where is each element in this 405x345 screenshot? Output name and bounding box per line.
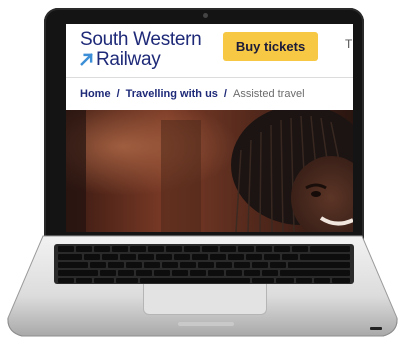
browser-viewport: South Western Railway Buy tickets T Home… (66, 24, 353, 232)
hero-photo-illustration (66, 110, 353, 232)
keyboard-keys-icon (58, 246, 350, 283)
webcam-icon (203, 13, 208, 18)
hero-image (66, 110, 353, 232)
buy-tickets-button[interactable]: Buy tickets (223, 32, 318, 61)
logo-text-line2: Railway (96, 49, 161, 70)
breadcrumb-current: Assisted travel (232, 88, 305, 100)
laptop-device: South Western Railway Buy tickets T Home… (0, 0, 405, 345)
breadcrumb-home-link[interactable]: Home (80, 88, 111, 100)
trackpad (143, 284, 267, 315)
header-overflow-item[interactable]: T (345, 37, 352, 51)
breadcrumb-travelling-link[interactable]: Travelling with us (126, 88, 218, 100)
breadcrumb-separator: / (223, 88, 227, 100)
sleep-indicator-light (370, 327, 382, 330)
keyboard (54, 244, 354, 284)
breadcrumb-separator: / (116, 88, 120, 100)
swr-logo[interactable]: South Western Railway (80, 30, 220, 70)
site-header: South Western Railway Buy tickets T (66, 24, 353, 78)
logo-text-line1: South Western (80, 29, 202, 50)
lid-opening-notch (178, 322, 234, 326)
breadcrumb: Home / Travelling with us / Assisted tra… (66, 78, 353, 110)
arrow-logo-icon (80, 53, 93, 66)
